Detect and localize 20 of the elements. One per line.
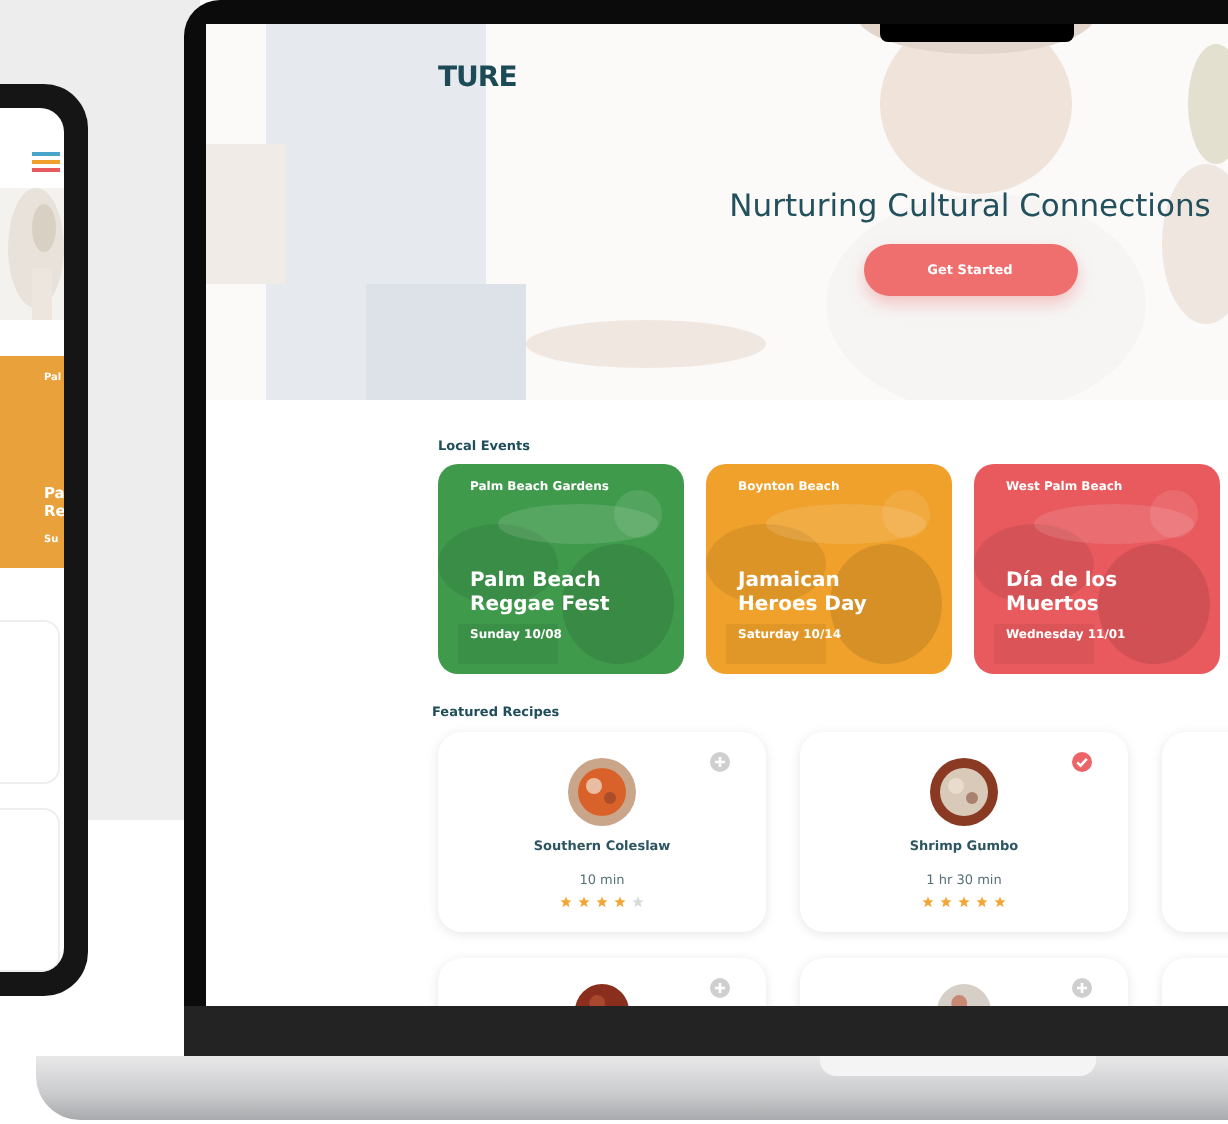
plus-icon[interactable] bbox=[710, 752, 730, 772]
star-icon bbox=[940, 896, 952, 908]
plus-icon[interactable] bbox=[710, 978, 730, 998]
plus-icon[interactable] bbox=[1072, 978, 1092, 998]
star-icon bbox=[958, 896, 970, 908]
event-title: Día de los Muertos bbox=[1006, 570, 1120, 618]
star-icon bbox=[976, 896, 988, 908]
star-icon bbox=[614, 896, 626, 908]
event-title: Palm Beach Reggae Fest bbox=[470, 570, 612, 618]
star-icon bbox=[578, 896, 590, 908]
event-title: Jamaican Heroes Day bbox=[738, 570, 869, 618]
logo[interactable]: TURE bbox=[438, 62, 517, 94]
menu-icon[interactable] bbox=[32, 152, 60, 172]
star-icon bbox=[596, 896, 608, 908]
star-icon bbox=[560, 896, 572, 908]
star-icon bbox=[922, 896, 934, 908]
star-icon bbox=[994, 896, 1006, 908]
hero-heading: Nurturing Cultural Connections bbox=[729, 188, 1211, 224]
star-icon bbox=[632, 896, 644, 908]
check-icon[interactable] bbox=[1072, 752, 1092, 772]
